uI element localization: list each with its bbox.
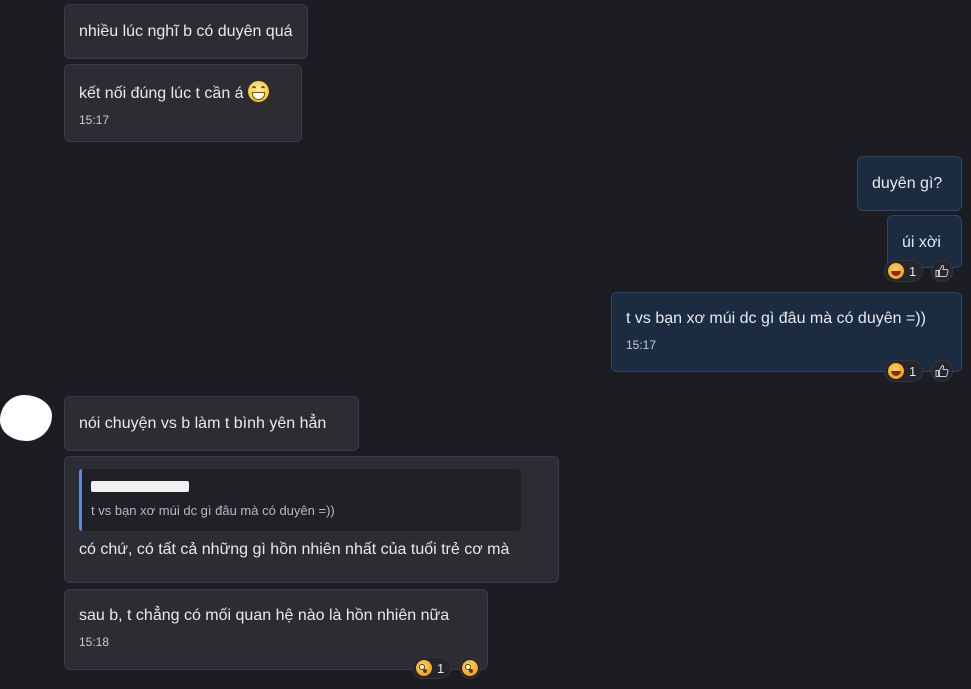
thumbs-up-button[interactable] — [931, 260, 953, 282]
grinning-face-emoji — [247, 81, 269, 102]
chat-conversation: nhiều lúc nghĩ b có duyên quá kết nối đú… — [0, 0, 971, 689]
quoted-author-redacted — [91, 481, 189, 492]
thumbs-up-icon — [935, 364, 949, 377]
quoted-message[interactable]: t vs bạn xơ múi dc gì đâu mà có duyên =)… — [79, 469, 521, 531]
message-text: t vs bạn xơ múi dc gì đâu mà có duyên =)… — [626, 310, 926, 327]
message-bubble-incoming[interactable]: nói chuyện vs b làm t bình yên hẳn — [64, 396, 359, 451]
message-text: nhiều lúc nghĩ b có duyên quá — [79, 23, 293, 40]
message-bubble-incoming[interactable]: nhiều lúc nghĩ b có duyên quá — [64, 4, 308, 59]
message-bubble-outgoing[interactable]: duyên gì? — [857, 156, 962, 211]
message-text: kết nối đúng lúc t cần á — [79, 85, 244, 102]
message-timestamp: 15:18 — [79, 635, 110, 649]
laughing-face-icon — [888, 363, 904, 379]
laughing-face-icon — [888, 263, 904, 279]
surprised-face-icon — [462, 660, 478, 676]
message-text: úi xời — [902, 234, 941, 251]
reaction-badge[interactable]: 1 — [884, 360, 924, 382]
message-bubble-incoming[interactable]: t vs bạn xơ múi dc gì đâu mà có duyên =)… — [64, 456, 559, 583]
message-timestamp: 15:17 — [79, 113, 110, 127]
message-bubble-incoming[interactable]: kết nối đúng lúc t cần á 15:17 — [64, 64, 302, 142]
message-text: duyên gì? — [872, 175, 943, 192]
surprised-face-icon — [416, 660, 432, 676]
reaction-count: 1 — [909, 363, 917, 379]
add-reaction-button[interactable] — [459, 657, 481, 679]
reaction-badge[interactable]: 1 — [884, 260, 924, 282]
thumbs-up-button[interactable] — [931, 360, 953, 382]
thumbs-up-icon — [935, 264, 949, 277]
message-timestamp: 15:17 — [626, 338, 657, 352]
reaction-count: 1 — [437, 660, 445, 676]
reaction-badge[interactable]: 1 — [412, 657, 452, 679]
message-text: nói chuyện vs b làm t bình yên hẳn — [79, 415, 327, 432]
message-text: có chứ, có tất cả những gì hồn nhiên nhấ… — [79, 541, 510, 558]
quoted-message-text: t vs bạn xơ múi dc gì đâu mà có duyên =)… — [91, 503, 335, 518]
message-text: sau b, t chẳng có mối quan hệ nào là hồn… — [79, 607, 450, 624]
sender-avatar[interactable] — [0, 395, 52, 441]
reaction-count: 1 — [909, 263, 917, 279]
